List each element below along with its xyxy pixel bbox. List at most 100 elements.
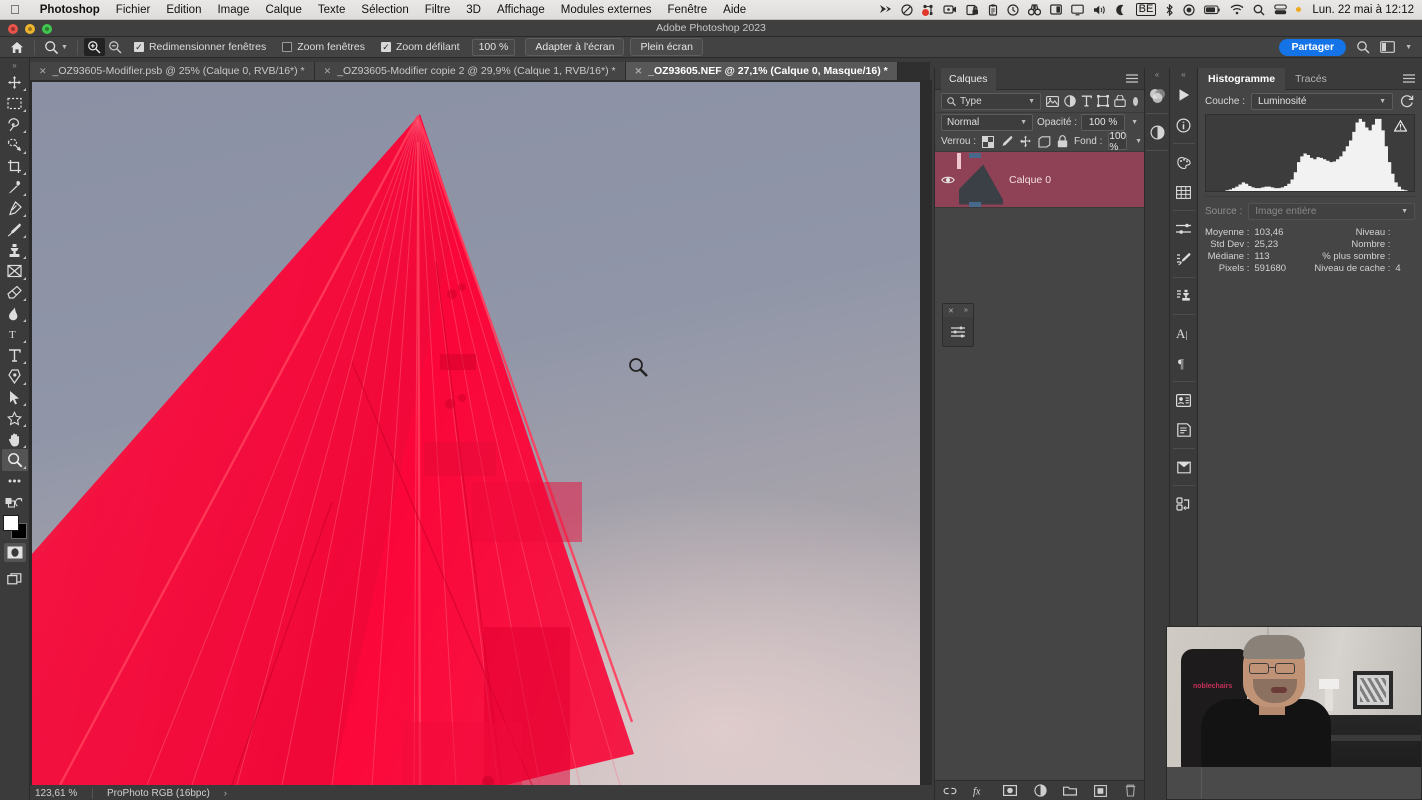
home-icon[interactable] [6,38,28,57]
shape-layers-filter-icon[interactable] [1097,93,1109,110]
document-tab-1[interactable]: ✕ _OZ93605-Modifier.psb @ 25% (Calque 0,… [30,62,315,80]
keyboard-layout-be-icon[interactable]: BE [1135,3,1157,16]
document-tab-3[interactable]: ✕ _OZ93605.NEF @ 27,1% (Calque 0, Masque… [625,62,898,80]
tab-traces[interactable]: Tracés [1285,68,1337,90]
opacity-value-field[interactable]: 100 % [1081,114,1126,131]
adjustments-panel-icon[interactable] [1145,120,1169,144]
eyedropper-tool[interactable] [2,176,28,198]
type-layers-filter-icon[interactable] [1081,93,1092,110]
crop-tool[interactable] [2,155,28,177]
new-adjustment-layer-icon[interactable] [1033,784,1047,798]
eraser-tool[interactable] [2,281,28,303]
notes-panel-icon[interactable] [1172,388,1196,412]
close-icon[interactable]: ✕ [324,66,332,77]
channel-select[interactable]: Luminosité ▼ [1251,92,1393,110]
layer-name[interactable]: Calque 0 [1001,174,1051,186]
lock-image-pixels-icon[interactable] [1000,133,1013,150]
wing-app-icon[interactable] [879,4,892,15]
binoculars-icon[interactable] [1027,3,1041,16]
menu-item-aide[interactable]: Aide [715,4,754,16]
brush-tool[interactable] [2,218,28,240]
do-not-disturb-icon[interactable] [901,3,913,16]
wifi-icon[interactable] [1230,4,1244,15]
menu-item-affichage[interactable]: Affichage [489,4,553,16]
refresh-icon[interactable] [1399,93,1415,109]
menu-item-3d[interactable]: 3D [458,4,489,16]
foreground-color-swatch[interactable] [2,515,19,531]
spot-healing-brush-tool[interactable] [2,197,28,219]
double-chevron-icon[interactable]: « [1155,68,1159,80]
swatches-panel-icon[interactable] [1172,150,1196,174]
history-brush-tool[interactable] [2,260,28,282]
filter-toggle-icon[interactable] [1133,96,1138,106]
add-layer-mask-icon[interactable] [1003,784,1017,798]
scrubby-zoom-checkbox[interactable]: Zoom défilant [373,41,468,53]
double-chevron-icon[interactable]: » [964,307,968,314]
notification-badge-icon[interactable] [920,4,934,17]
canvas-area[interactable] [30,80,932,785]
search-icon[interactable] [1356,40,1370,54]
screen-mode-icon[interactable] [2,568,28,590]
share-button[interactable]: Partager [1279,38,1347,56]
color-swatches[interactable] [2,515,27,539]
fit-screen-button[interactable]: Adapter à l'écran [525,38,625,56]
lock-all-icon[interactable] [1057,133,1068,150]
shape-tool[interactable] [2,407,28,429]
chevron-down-icon[interactable]: ▼ [1129,119,1138,126]
history-panel-icon[interactable] [1172,492,1196,516]
chevron-down-icon[interactable]: ▼ [1379,98,1386,105]
close-button[interactable] [8,23,18,34]
color-panel-icon[interactable] [1145,83,1169,107]
layer-row-calque-0[interactable]: Calque 0 [935,152,1144,208]
chevron-down-icon[interactable]: ▼ [1133,138,1142,145]
panel-menu-icon[interactable] [1126,73,1138,84]
quick-mask-icon[interactable] [3,543,26,562]
character-panel-icon[interactable]: A | [1172,321,1196,345]
menu-item-texte[interactable]: Texte [310,4,354,16]
libraries-panel-icon[interactable] [1172,455,1196,479]
menu-item-fenetre[interactable]: Fenêtre [660,4,716,16]
clipboard-icon[interactable] [988,3,998,16]
zoom-button[interactable] [42,23,52,34]
blend-mode-select[interactable]: Normal ▼ [941,114,1034,131]
moon-icon[interactable] [1115,4,1127,16]
adjustments-sliders-icon[interactable] [1172,217,1196,241]
tab-calques[interactable]: Calques [941,67,996,90]
fill-screen-button[interactable]: Plein écran [630,38,703,56]
layer-thumbnail[interactable] [957,152,1003,207]
bluetooth-icon[interactable] [1165,3,1174,16]
lock-transparent-pixels-icon[interactable] [982,133,995,150]
document-tab-2[interactable]: ✕ _OZ93605-Modifier copie 2 @ 29,9% (Cal… [314,62,626,80]
zoom-out-button[interactable] [105,38,126,56]
pen-tool[interactable] [2,365,28,387]
menu-item-modules-externes[interactable]: Modules externes [553,4,660,16]
checkbox-box[interactable] [282,42,293,52]
layer-filter-type-select[interactable]: Type ▼ [941,92,1041,110]
lasso-tool[interactable] [2,113,28,135]
menu-item-calque[interactable]: Calque [257,4,309,16]
checkbox-box[interactable] [133,42,144,52]
tab-histogramme[interactable]: Histogramme [1198,67,1286,90]
menu-bar-clock[interactable]: Lun. 22 mai à 12:12 [1310,4,1414,16]
chevron-down-icon[interactable]: ▼ [61,44,68,51]
close-icon[interactable]: ✕ [39,66,47,77]
smart-object-filter-icon[interactable] [1114,93,1126,110]
menu-item-photoshop[interactable]: Photoshop [32,4,108,16]
gradient-tool[interactable] [2,302,28,324]
double-chevron-icon[interactable]: » [12,60,16,71]
new-layer-icon[interactable] [1093,784,1107,798]
actions-panel-icon[interactable] [1172,83,1196,107]
menu-item-fichier[interactable]: Fichier [108,4,159,16]
adjustment-layers-filter-icon[interactable] [1064,93,1076,110]
workspace-icon[interactable] [1380,41,1395,53]
control-center-icon[interactable] [1274,4,1288,15]
layer-style-fx-icon[interactable]: fx [973,784,987,798]
hand-tool[interactable] [2,428,28,450]
clone-stamp-tool[interactable] [2,239,28,261]
zoom-in-button[interactable] [83,38,105,56]
menu-item-image[interactable]: Image [209,4,257,16]
display-icon[interactable] [1070,4,1084,16]
menu-item-filtre[interactable]: Filtre [417,4,459,16]
battery-icon[interactable] [1204,4,1221,15]
delete-layer-icon[interactable] [1123,784,1137,798]
